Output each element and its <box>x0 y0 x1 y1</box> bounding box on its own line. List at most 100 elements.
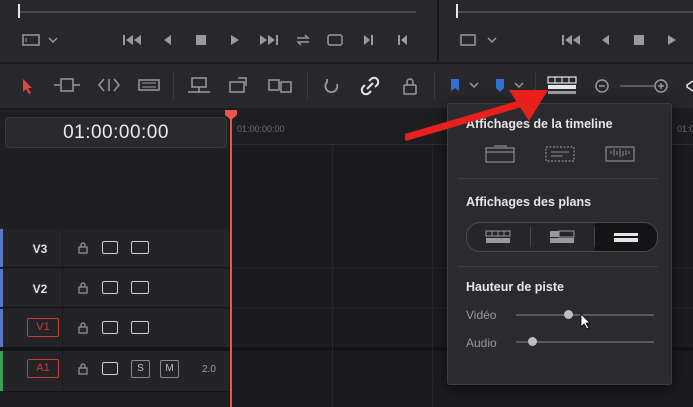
zoom-in-icon[interactable] <box>653 78 669 94</box>
track-color-stripe <box>0 309 3 347</box>
mark-out-icon[interactable] <box>396 33 410 47</box>
timeline-view-options-popup: Affichages de la timeline Affichages des… <box>447 103 672 385</box>
replace-clip-icon[interactable] <box>266 76 294 96</box>
stop-icon[interactable] <box>194 33 208 47</box>
audio-level-value: 2.0 <box>202 364 216 375</box>
track-name[interactable]: V1 <box>27 318 59 337</box>
toolbar-divider <box>173 72 174 100</box>
viewer-transport-bar <box>0 0 693 62</box>
track-header-a1[interactable]: A1 S M 2.0 <box>0 351 230 392</box>
auto-select-icon[interactable] <box>102 362 118 375</box>
clip-view-name-only[interactable] <box>595 223 657 251</box>
chevron-down-icon[interactable] <box>47 34 59 46</box>
track-name[interactable]: A1 <box>27 359 59 378</box>
dynamic-trim-icon[interactable] <box>94 76 124 94</box>
timeline-scrub-bar[interactable] <box>456 11 693 13</box>
video-height-knob[interactable] <box>563 310 573 319</box>
snapping-icon[interactable] <box>322 76 342 96</box>
mute-button[interactable]: M <box>160 360 179 378</box>
marker-icon[interactable] <box>493 77 507 95</box>
jump-end-icon[interactable] <box>257 33 279 47</box>
playhead-handle[interactable] <box>224 108 238 120</box>
clip-view-first-frame[interactable] <box>531 223 594 251</box>
popup-separator <box>458 178 658 179</box>
play-icon[interactable] <box>665 33 679 47</box>
timeline-views-heading: Affichages de la timeline <box>466 117 613 131</box>
linked-selection-icon[interactable] <box>360 76 380 96</box>
lock-icon[interactable] <box>77 281 89 295</box>
ruler-label: 01:00:00:00 <box>237 124 285 134</box>
timeline-bottom-area <box>232 391 693 407</box>
track-enable-icon[interactable] <box>131 281 149 294</box>
clip-view-filmstrip[interactable] <box>467 223 530 251</box>
chevron-down-icon[interactable] <box>468 79 480 91</box>
zoom-slider-track[interactable] <box>620 85 654 87</box>
chevron-down-icon[interactable] <box>486 34 498 46</box>
track-enable-icon[interactable] <box>131 241 149 254</box>
grid-line <box>332 145 333 407</box>
track-divider <box>62 269 63 307</box>
playhead-line[interactable] <box>230 113 232 407</box>
blade-tool-icon[interactable] <box>137 76 161 94</box>
audio-height-knob[interactable] <box>528 337 538 346</box>
match-frame-icon[interactable] <box>325 32 345 48</box>
insert-clip-icon[interactable] <box>186 76 212 96</box>
timeline-view-options-icon[interactable] <box>545 73 579 99</box>
track-header-v1[interactable]: V1 <box>0 309 230 348</box>
clip-display-icon[interactable] <box>22 33 40 47</box>
jump-start-icon[interactable] <box>122 33 144 47</box>
track-divider <box>62 351 63 391</box>
source-scrub-bar[interactable] <box>18 11 416 13</box>
viewer-divider <box>437 0 439 62</box>
track-name: V2 <box>32 282 48 296</box>
track-name: V3 <box>32 242 48 256</box>
lock-icon[interactable] <box>77 241 89 255</box>
stacked-timelines-icon[interactable] <box>484 144 516 164</box>
trim-tool-icon[interactable] <box>52 76 82 94</box>
audio-waveform-icon[interactable] <box>604 144 636 164</box>
track-header-v3[interactable]: V3 <box>0 229 230 268</box>
chevron-down-icon[interactable] <box>513 79 525 91</box>
toolbar-divider <box>307 72 308 100</box>
selection-tool-icon[interactable] <box>19 77 35 95</box>
overwrite-clip-icon[interactable] <box>226 76 250 96</box>
track-header-v2[interactable]: V2 <box>0 269 230 308</box>
track-divider <box>62 229 63 267</box>
auto-select-icon[interactable] <box>102 241 118 254</box>
stop-icon[interactable] <box>632 33 646 47</box>
auto-select-icon[interactable] <box>102 281 118 294</box>
video-slider-label: Vidéo <box>466 308 497 322</box>
play-icon[interactable] <box>228 33 242 47</box>
clip-view-segmented-control[interactable] <box>466 222 658 252</box>
loop-icon[interactable] <box>293 32 313 48</box>
jump-start-icon[interactable] <box>561 33 583 47</box>
grid-line <box>432 145 433 407</box>
track-height-heading: Hauteur de piste <box>466 280 564 294</box>
lock-icon[interactable] <box>77 321 89 335</box>
popup-separator <box>458 266 658 267</box>
zoom-out-icon[interactable] <box>594 78 610 94</box>
flag-icon[interactable] <box>448 77 462 95</box>
subtitle-tracks-icon[interactable] <box>543 144 577 164</box>
auto-select-icon[interactable] <box>102 321 118 334</box>
toolbar-divider <box>535 72 536 100</box>
source-scrub-handle[interactable] <box>18 4 20 18</box>
track-color-stripe <box>0 269 3 307</box>
position-lock-icon[interactable] <box>400 76 420 96</box>
mouse-cursor-icon <box>579 313 593 331</box>
track-divider <box>62 309 63 347</box>
step-back-icon[interactable] <box>160 33 174 47</box>
ruler-label: 01:0 <box>677 124 693 134</box>
lock-icon[interactable] <box>77 362 89 376</box>
step-back-icon[interactable] <box>598 33 612 47</box>
track-color-stripe <box>0 229 3 267</box>
safe-area-icon[interactable] <box>459 33 477 47</box>
track-header-spacer <box>0 150 230 228</box>
audio-icon[interactable] <box>683 78 693 94</box>
timeline-scrub-handle[interactable] <box>456 4 458 18</box>
mark-in-icon[interactable] <box>361 33 375 47</box>
timecode-display[interactable]: 01:00:00:00 <box>5 117 227 148</box>
track-enable-icon[interactable] <box>131 321 149 334</box>
clip-views-heading: Affichages des plans <box>466 195 592 209</box>
solo-button[interactable]: S <box>131 360 150 378</box>
